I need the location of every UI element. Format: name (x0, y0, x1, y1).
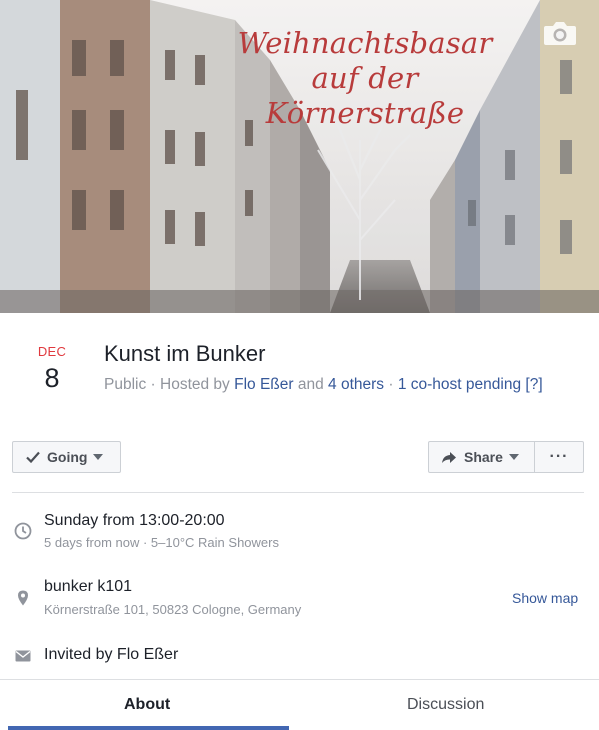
chevron-down-icon (508, 454, 519, 460)
privacy-label: Public (104, 376, 147, 393)
event-time-subtext: 5 days from now · 5–10°C Rain Showers (44, 535, 279, 550)
event-time[interactable]: Sunday from 13:00-20:00 (44, 512, 225, 530)
camera-icon[interactable] (543, 20, 577, 46)
going-label: Going (47, 449, 88, 465)
date-day: 8 (44, 363, 60, 393)
show-map-link[interactable]: Show map (512, 590, 578, 606)
cohost-pending-link[interactable]: 1 co-host pending (398, 376, 521, 393)
checkmark-icon (26, 451, 40, 463)
share-arrow-icon (442, 451, 456, 463)
cover-title-text: Weihnachtsbasar auf der Körnerstraße (200, 26, 530, 131)
cover-title-line2: auf der (311, 61, 419, 95)
cover-photo[interactable]: Weihnachtsbasar auf der Körnerstraße (0, 0, 599, 313)
event-title: Kunst im Bunker (104, 341, 266, 366)
tab-discussion[interactable]: Discussion (407, 696, 484, 714)
clock-icon (14, 522, 32, 540)
location-address: Körnerstraße 101, 50823 Cologne, Germany (44, 602, 302, 617)
hosted-by-label: Hosted by (160, 376, 230, 393)
tabs-divider (0, 679, 599, 680)
cover-title-line1: Weihnachtsbasar (237, 26, 493, 60)
chevron-down-icon (93, 454, 104, 460)
invited-by[interactable]: Invited by Flo Eßer (44, 646, 178, 664)
others-link[interactable]: 4 others (328, 376, 384, 393)
active-tab-indicator (8, 726, 289, 730)
and-label: and (297, 376, 324, 393)
help-link[interactable]: [?] (525, 376, 542, 393)
share-button[interactable]: Share (428, 441, 535, 473)
cover-title-line3: Körnerstraße (265, 96, 465, 130)
going-button[interactable]: Going (12, 441, 121, 473)
tab-about[interactable]: About (124, 696, 170, 714)
location-name[interactable]: bunker k101 (44, 578, 132, 596)
more-options-button[interactable]: ··· (534, 441, 584, 473)
divider (12, 492, 584, 493)
more-options-icon: ··· (549, 448, 569, 465)
share-label: Share (464, 449, 503, 465)
event-date: DEC 8 (22, 344, 82, 394)
date-month: DEC (37, 344, 67, 359)
envelope-icon (15, 650, 31, 662)
location-pin-icon (18, 590, 28, 606)
event-meta: Public · Hosted by Flo Eßer and 4 others… (104, 376, 543, 393)
host-link[interactable]: Flo Eßer (234, 376, 293, 393)
